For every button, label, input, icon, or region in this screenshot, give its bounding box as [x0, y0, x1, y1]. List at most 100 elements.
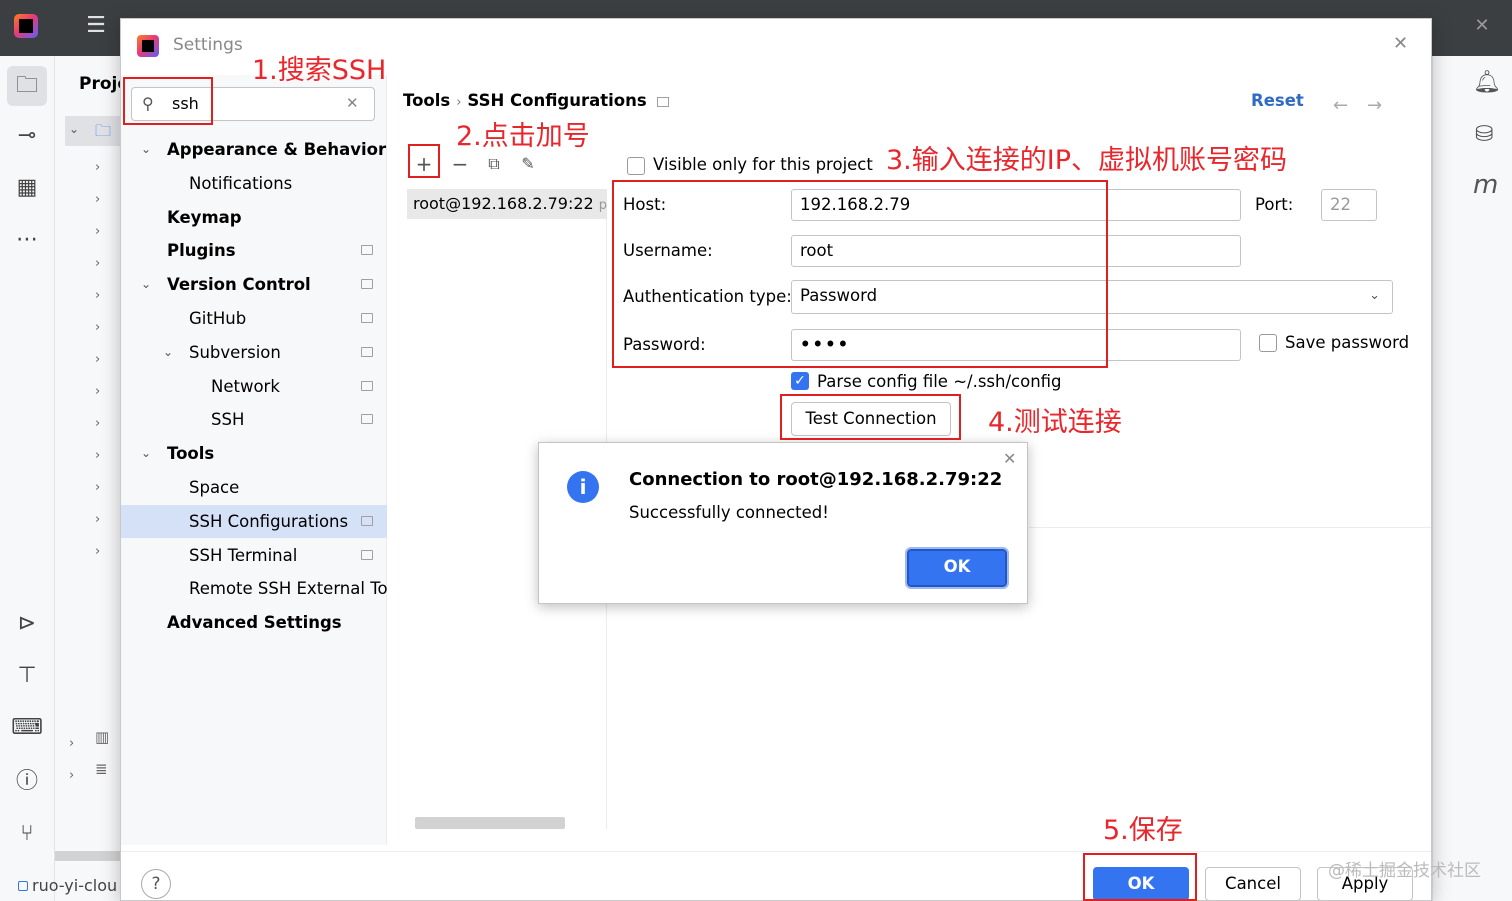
- cancel-button[interactable]: Cancel: [1205, 867, 1301, 901]
- project-scope-icon: [656, 96, 669, 107]
- back-arrow-icon[interactable]: ←: [1333, 95, 1348, 116]
- nav-item-ssh-terminal[interactable]: SSH Terminal: [121, 539, 387, 572]
- port-field[interactable]: 22: [1321, 189, 1377, 221]
- project-scope-icon: [361, 549, 373, 560]
- ssh-config-item[interactable]: root@192.168.2.79:22 pas: [407, 189, 607, 219]
- maven-icon[interactable]: m: [1473, 170, 1498, 200]
- database-icon[interactable]: ⛁: [1475, 122, 1493, 147]
- info-icon: i: [567, 471, 599, 503]
- nav-item-plugins[interactable]: Plugins: [121, 234, 387, 267]
- tree-chevrons[interactable]: › › › › › › › › › › › › ›: [95, 152, 100, 568]
- panel-scrollbar[interactable]: [55, 851, 120, 861]
- nav-item-ssh[interactable]: SSH: [121, 403, 387, 436]
- project-folder-icon[interactable]: 🗀: [7, 66, 47, 106]
- footer-divider: [121, 851, 1431, 852]
- nav-item-label: Version Control: [167, 275, 311, 295]
- dialog-close-icon[interactable]: ✕: [1393, 33, 1408, 54]
- libraries-icon: ▥: [95, 728, 110, 746]
- status-project-name[interactable]: ruo-yi-clou: [18, 876, 117, 895]
- chevron-down-icon: ⌄: [1369, 288, 1380, 303]
- edit-config-icon[interactable]: ✎: [515, 151, 541, 177]
- commit-icon[interactable]: ⊸: [7, 116, 47, 156]
- breadcrumb-current: SSH Configurations: [467, 91, 647, 110]
- ssh-config-item-hint: pas: [598, 198, 607, 213]
- terminal-icon[interactable]: ⌨: [7, 708, 47, 748]
- save-password-checkbox[interactable]: [1259, 334, 1277, 352]
- module-folder-icon: 🗀: [95, 121, 112, 140]
- more-icon[interactable]: ⋯: [7, 220, 47, 260]
- project-scope-icon: [361, 380, 373, 391]
- chevron-down-icon[interactable]: ⌄: [141, 268, 151, 301]
- project-scope-icon: [361, 279, 373, 290]
- build-icon[interactable]: ⊤: [7, 656, 47, 696]
- chevron-down-icon[interactable]: ⌄: [141, 133, 151, 166]
- nav-item-label: Tools: [167, 444, 215, 464]
- structure-icon[interactable]: ▦: [7, 168, 47, 208]
- reset-link[interactable]: Reset: [1251, 91, 1304, 110]
- list-horizontal-scrollbar[interactable]: [415, 817, 565, 829]
- nav-item-remote-ssh-external-to[interactable]: Remote SSH External To: [121, 572, 388, 605]
- popup-message: Successfully connected!: [629, 503, 829, 522]
- popup-ok-button[interactable]: OK: [905, 547, 1009, 589]
- project-status-icon: [18, 881, 28, 891]
- breadcrumb-parent[interactable]: Tools: [403, 91, 450, 110]
- annotation-box-ok: [1083, 853, 1197, 901]
- nav-item-network[interactable]: Network: [121, 370, 387, 403]
- popup-close-icon[interactable]: ✕: [1003, 449, 1016, 468]
- nav-item-advanced-settings[interactable]: Advanced Settings: [121, 606, 387, 639]
- help-button[interactable]: ?: [141, 869, 171, 899]
- nav-item-notifications[interactable]: Notifications: [121, 167, 387, 200]
- nav-item-version-control[interactable]: ⌄ Version Control: [121, 268, 387, 301]
- visible-only-label: Visible only for this project: [653, 155, 873, 174]
- breadcrumb: Tools › SSH Configurations: [403, 91, 669, 110]
- nav-item-space[interactable]: Space: [121, 471, 387, 504]
- problems-icon[interactable]: ⓘ: [7, 762, 47, 802]
- run-icon[interactable]: ⊳: [7, 604, 47, 644]
- chevron-down-icon[interactable]: ⌄: [163, 336, 173, 369]
- chevron-down-icon[interactable]: ⌄: [69, 122, 79, 136]
- parse-config-label: Parse config file ~/.ssh/config: [817, 372, 1062, 391]
- right-tool-strip: 🔔︎ ⛁ m: [1432, 56, 1512, 901]
- nav-item-subversion[interactable]: ⌄ Subversion: [121, 336, 387, 369]
- breadcrumb-separator-icon: ›: [456, 95, 462, 110]
- nav-item-tools[interactable]: ⌄ Tools: [121, 437, 387, 470]
- nav-item-label: Plugins: [167, 241, 236, 261]
- nav-item-github[interactable]: GitHub: [121, 302, 387, 335]
- nav-item-label: SSH: [211, 410, 245, 430]
- ssh-config-item-label: root@192.168.2.79:22: [413, 194, 594, 213]
- scratches-icon: ≣: [95, 760, 108, 778]
- nav-item-label: Space: [189, 478, 240, 497]
- copy-config-icon[interactable]: ⧉: [481, 151, 507, 177]
- annotation-step3: 3.输入连接的IP、虚拟机账号密码: [886, 145, 1288, 176]
- remove-config-icon[interactable]: −: [447, 151, 473, 177]
- nav-item-keymap[interactable]: Keymap: [121, 201, 387, 234]
- ide-logo-icon: [14, 14, 38, 38]
- settings-nav: ⚲ ✕ ⌄Appearance & BehaviorNotificationsK…: [121, 75, 388, 845]
- clear-search-icon[interactable]: ✕: [346, 94, 359, 112]
- forward-arrow-icon[interactable]: →: [1367, 95, 1382, 116]
- parse-config-checkbox[interactable]: ✓: [791, 372, 809, 390]
- tree-chevrons-bottom[interactable]: › ›: [69, 728, 74, 792]
- content-divider: [1029, 527, 1431, 528]
- nav-item-label: Network: [211, 376, 280, 396]
- nav-item-label: Advanced Settings: [167, 613, 342, 633]
- annotation-box-test: [780, 394, 961, 440]
- nav-item-label: Keymap: [167, 207, 242, 227]
- nav-item-label: Appearance & Behavior: [167, 140, 387, 159]
- visible-only-checkbox[interactable]: [627, 157, 645, 175]
- annotation-step2: 2.点击加号: [456, 121, 590, 152]
- nav-item-ssh-configurations[interactable]: SSH Configurations: [121, 504, 387, 538]
- git-branch-icon[interactable]: ⑂: [7, 814, 47, 854]
- nav-item-label: GitHub: [189, 309, 247, 328]
- notifications-bell-icon[interactable]: 🔔︎: [1473, 70, 1501, 95]
- annotation-box-search: [123, 77, 213, 125]
- chevron-down-icon[interactable]: ⌄: [141, 437, 151, 470]
- status-project-label: ruo-yi-clou: [32, 876, 118, 895]
- nav-item-label: Remote SSH External To: [189, 579, 388, 599]
- main-menu-icon[interactable]: ☰: [84, 14, 108, 38]
- nav-item-label: Notifications: [189, 173, 293, 193]
- popup-title: Connection to root@192.168.2.79:22: [629, 469, 1003, 490]
- watermark: @稀土掘金技术社区: [1328, 861, 1481, 881]
- window-close-icon[interactable]: ✕: [1470, 14, 1494, 38]
- nav-item-appearance-behavior[interactable]: ⌄ Appearance & Behavior: [121, 133, 387, 166]
